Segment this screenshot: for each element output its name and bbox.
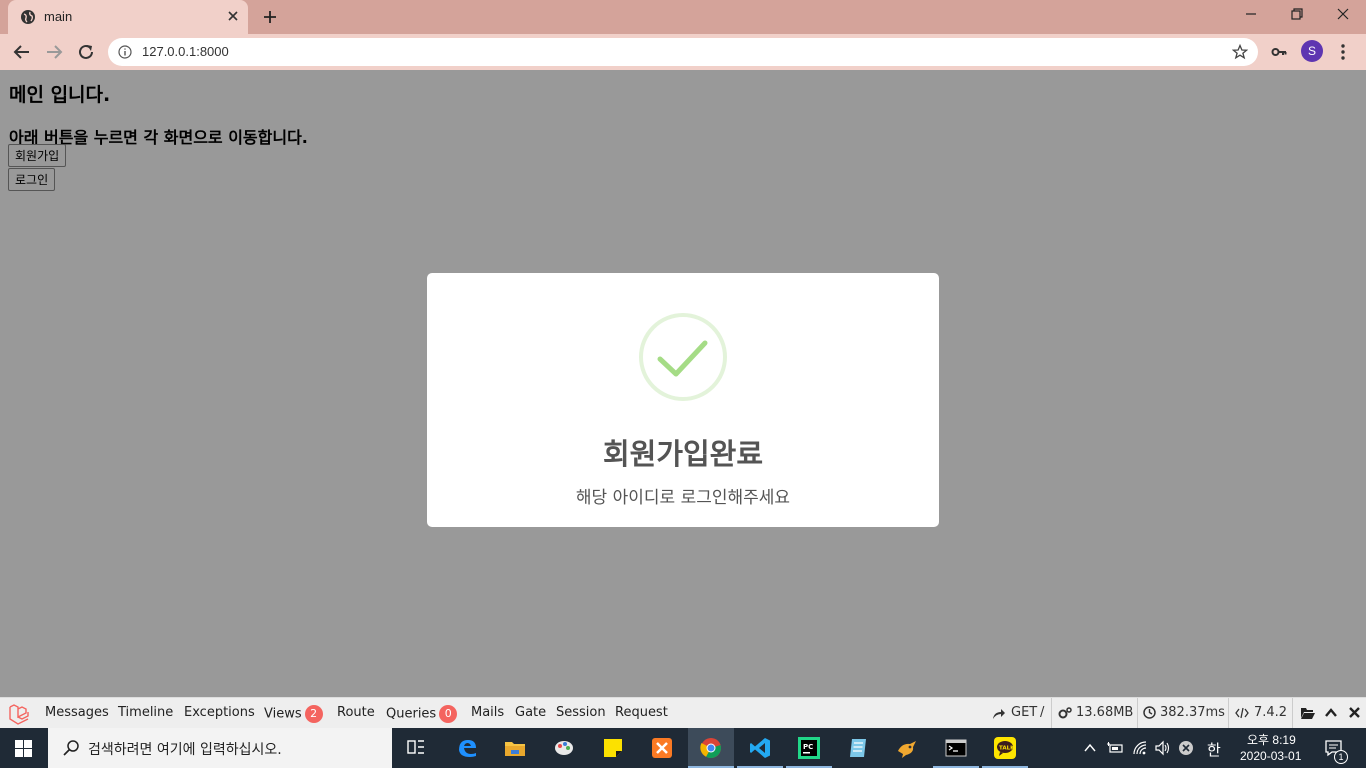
modal-text: 해당 아이디로 로그인해주세요 xyxy=(575,488,791,508)
paint-app-icon[interactable] xyxy=(541,728,587,768)
success-check-icon xyxy=(639,313,727,401)
debugbar-tab-views[interactable]: Views 2 xyxy=(264,705,323,723)
request-duration: 382.37ms xyxy=(1160,705,1225,720)
divider xyxy=(1051,698,1052,729)
debugbar-tab-queries[interactable]: Queries 0 xyxy=(386,705,458,723)
reload-icon[interactable] xyxy=(77,43,95,61)
windows-taskbar: 검색하려면 여기에 입력하십시오. PC TALK 한 오후 8:19 2020… xyxy=(0,728,1366,768)
wifi-icon[interactable] xyxy=(1132,740,1150,756)
search-placeholder: 검색하려면 여기에 입력하십시오. xyxy=(88,742,282,758)
sticky-notes-icon[interactable] xyxy=(590,728,636,768)
page-heading: 메인 입니다. xyxy=(9,84,111,106)
vscode-icon[interactable] xyxy=(737,728,783,768)
notepad-icon[interactable] xyxy=(835,728,881,768)
chevron-up-icon[interactable] xyxy=(1083,742,1097,754)
forward-arrow-icon[interactable] xyxy=(45,43,63,61)
request-method: GET xyxy=(1011,705,1038,720)
battery-icon[interactable] xyxy=(1106,740,1124,756)
browser-tab[interactable]: main xyxy=(8,0,248,34)
debugbar-tab-label: Views xyxy=(264,706,302,722)
clock-icon xyxy=(1143,706,1156,719)
views-count-badge: 2 xyxy=(304,705,323,723)
task-view-icon[interactable] xyxy=(393,728,439,768)
debugbar-tab-request[interactable]: Request xyxy=(615,705,668,720)
svg-text:PC: PC xyxy=(803,743,813,751)
close-window-icon[interactable] xyxy=(1336,7,1350,21)
restore-icon[interactable] xyxy=(1290,7,1304,21)
debugbar-tab-label: Queries xyxy=(386,706,437,722)
notification-count-badge: 1 xyxy=(1334,750,1348,764)
code-icon xyxy=(1235,707,1249,719)
heidisql-icon[interactable] xyxy=(884,728,930,768)
key-icon[interactable] xyxy=(1271,44,1287,60)
clock-time[interactable]: 오후 8:19 xyxy=(1247,731,1296,748)
chevron-up-icon[interactable] xyxy=(1324,706,1338,720)
info-icon[interactable] xyxy=(118,45,132,59)
volume-icon[interactable] xyxy=(1154,740,1172,756)
divider xyxy=(1228,698,1229,729)
command-prompt-icon[interactable] xyxy=(933,728,979,768)
queries-count-badge: 0 xyxy=(439,705,458,723)
windows-start-icon[interactable] xyxy=(15,740,32,757)
minimize-icon[interactable] xyxy=(1244,7,1258,21)
edge-browser-icon[interactable] xyxy=(444,728,490,768)
back-arrow-icon[interactable] xyxy=(13,43,31,61)
bookmark-star-icon[interactable] xyxy=(1232,44,1248,60)
xampp-icon[interactable] xyxy=(639,728,685,768)
address-bar[interactable]: 127.0.0.1:8000 xyxy=(108,38,1258,66)
divider xyxy=(1137,698,1138,729)
share-arrow-icon xyxy=(993,709,1005,719)
divider xyxy=(1292,698,1293,729)
taskbar-search[interactable]: 검색하려면 여기에 입력하십시오. xyxy=(48,728,392,768)
close-tab-icon[interactable] xyxy=(226,9,240,23)
svg-text:TALK: TALK xyxy=(999,746,1015,752)
debugbar-tab-route[interactable]: Route xyxy=(337,705,375,720)
page-content: 메인 입니다. 아래 버튼을 누르면 각 화면으로 이동합니다. 회원가입 로그… xyxy=(0,70,1366,697)
more-menu-icon[interactable] xyxy=(1340,43,1346,61)
new-tab-icon[interactable] xyxy=(262,9,278,25)
tab-title: main xyxy=(44,9,73,24)
memory-usage: 13.68MB xyxy=(1076,705,1134,720)
php-version: 7.4.2 xyxy=(1254,705,1288,720)
login-button[interactable]: 로그인 xyxy=(8,168,56,191)
kakaotalk-icon[interactable]: TALK xyxy=(982,728,1028,768)
modal-title: 회원가입완료 xyxy=(602,437,764,471)
file-explorer-icon[interactable] xyxy=(492,728,538,768)
clock-date[interactable]: 2020-03-01 xyxy=(1240,749,1301,763)
debugbar-tab-mails[interactable]: Mails xyxy=(471,705,504,720)
globe-icon xyxy=(21,10,35,24)
profile-avatar[interactable]: S xyxy=(1301,40,1323,62)
debugbar-tab-exceptions[interactable]: Exceptions xyxy=(184,705,255,720)
cogs-icon xyxy=(1058,707,1072,719)
laravel-debugbar: Messages Timeline Exceptions Views 2 Rout… xyxy=(0,697,1366,729)
search-icon xyxy=(63,740,79,756)
debugbar-tab-session[interactable]: Session xyxy=(556,705,606,720)
url-text: 127.0.0.1:8000 xyxy=(142,44,229,59)
laravel-logo-icon[interactable] xyxy=(8,703,30,725)
close-circle-icon[interactable] xyxy=(1178,740,1194,756)
ime-indicator[interactable]: 한 xyxy=(1207,739,1221,760)
folder-open-icon[interactable] xyxy=(1300,706,1316,720)
browser-toolbar: 127.0.0.1:8000 S xyxy=(0,34,1366,70)
pycharm-icon[interactable]: PC xyxy=(786,728,832,768)
debugbar-tab-gate[interactable]: Gate xyxy=(515,705,546,720)
browser-titlebar: main xyxy=(0,0,1366,34)
request-path: / xyxy=(1040,705,1045,720)
signup-button[interactable]: 회원가입 xyxy=(8,144,67,167)
debugbar-tab-timeline[interactable]: Timeline xyxy=(118,705,173,720)
chrome-icon[interactable] xyxy=(688,728,734,768)
close-icon[interactable] xyxy=(1348,706,1361,719)
debugbar-tab-messages[interactable]: Messages xyxy=(45,705,109,720)
success-modal: 회원가입완료 해당 아이디로 로그인해주세요 xyxy=(427,273,939,527)
